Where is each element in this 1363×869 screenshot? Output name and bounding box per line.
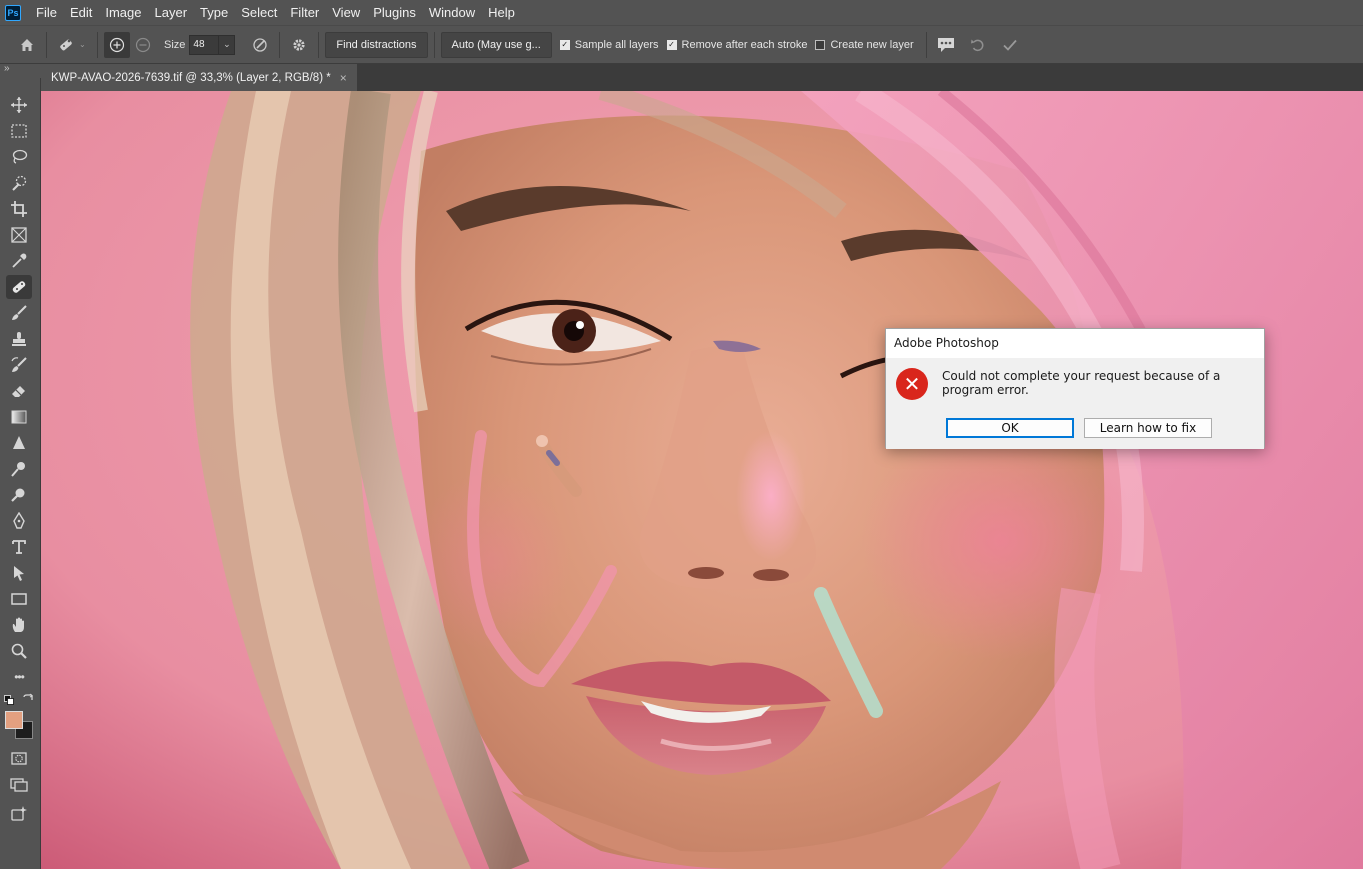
lasso-tool-icon[interactable] bbox=[6, 145, 32, 169]
create-new-layer-label: Create new layer bbox=[830, 38, 914, 51]
menu-window[interactable]: Window bbox=[423, 0, 482, 25]
remove-tool-icon[interactable] bbox=[6, 275, 32, 299]
menu-filter[interactable]: Filter bbox=[284, 0, 326, 25]
gradient-tool-icon[interactable] bbox=[6, 405, 32, 429]
sponge-tool-icon[interactable] bbox=[6, 483, 32, 507]
size-label: Size bbox=[164, 38, 186, 51]
add-to-brush-icon[interactable] bbox=[104, 31, 130, 58]
dialog-title: Adobe Photoshop bbox=[886, 329, 1264, 358]
generative-fill-icon[interactable] bbox=[6, 802, 32, 826]
undo-stroke-icon[interactable] bbox=[965, 32, 991, 58]
mode-dropdown[interactable]: Auto (May use g... bbox=[440, 31, 552, 58]
toolbar-collapse-icon[interactable]: » bbox=[0, 64, 41, 78]
menu-type[interactable]: Type bbox=[194, 0, 235, 25]
separator bbox=[46, 31, 47, 58]
hand-tool-icon[interactable] bbox=[6, 613, 32, 637]
check-icon: ✓ bbox=[666, 39, 677, 50]
pressure-size-icon[interactable] bbox=[247, 32, 273, 58]
menu-edit[interactable]: Edit bbox=[64, 0, 99, 25]
check-icon: ✓ bbox=[559, 39, 570, 50]
frame-tool-icon[interactable] bbox=[6, 223, 32, 247]
menu-plugins[interactable]: Plugins bbox=[367, 0, 423, 25]
swap-colors-icon[interactable] bbox=[22, 693, 34, 705]
clone-stamp-tool-icon[interactable] bbox=[6, 327, 32, 351]
size-chevron-icon[interactable]: ⌄ bbox=[219, 34, 236, 55]
settings-gear-icon[interactable] bbox=[286, 32, 312, 58]
menu-select[interactable]: Select bbox=[235, 0, 284, 25]
crop-tool-icon[interactable] bbox=[6, 197, 32, 221]
blur-tool-icon[interactable] bbox=[6, 431, 32, 455]
move-tool-icon[interactable] bbox=[6, 93, 32, 117]
close-tab-icon[interactable]: × bbox=[340, 71, 347, 85]
find-distractions-button[interactable]: Find distractions bbox=[325, 31, 428, 58]
quick-mask-icon[interactable] bbox=[6, 746, 32, 770]
photoshop-logo[interactable]: Ps bbox=[5, 4, 21, 21]
dialog-message: Could not complete your request because … bbox=[942, 369, 1221, 397]
menu-bar: Ps File Edit Image Layer Type Select Fil… bbox=[0, 0, 1363, 25]
remove-after-stroke-checkbox[interactable]: ✓ Remove after each stroke bbox=[666, 38, 808, 51]
subtract-from-brush-icon[interactable] bbox=[130, 32, 156, 58]
object-selection-tool-icon[interactable] bbox=[6, 171, 32, 195]
separator bbox=[279, 31, 281, 58]
separator bbox=[97, 31, 98, 58]
dialog-body: ✕ Could not complete your request becaus… bbox=[886, 358, 1264, 449]
options-bar: ⌄ Size 48 ⌄ Find distractions Auto (May … bbox=[0, 25, 1363, 64]
size-input[interactable]: 48 bbox=[189, 34, 220, 55]
screen-mode-icon[interactable] bbox=[6, 772, 32, 796]
sample-all-layers-checkbox[interactable]: ✓ Sample all layers bbox=[559, 38, 659, 51]
home-icon[interactable] bbox=[14, 32, 40, 58]
separator bbox=[925, 31, 927, 58]
brush-tool-icon[interactable] bbox=[6, 301, 32, 325]
rectangle-tool-icon[interactable] bbox=[6, 587, 32, 611]
portrait-photo bbox=[41, 91, 1363, 869]
foreground-color-swatch[interactable] bbox=[5, 711, 23, 729]
document-tab-strip: KWP-AVAO-2026-7639.tif @ 33,3% (Layer 2,… bbox=[41, 64, 1363, 91]
document-tab[interactable]: KWP-AVAO-2026-7639.tif @ 33,3% (Layer 2,… bbox=[41, 64, 357, 91]
menu-help[interactable]: Help bbox=[482, 0, 522, 25]
eraser-tool-icon[interactable] bbox=[6, 379, 32, 403]
type-tool-icon[interactable] bbox=[6, 535, 32, 559]
separator bbox=[318, 31, 320, 58]
default-colors-icon[interactable] bbox=[4, 694, 14, 705]
menu-file[interactable]: File bbox=[30, 0, 64, 25]
error-dialog: Adobe Photoshop ✕ Could not complete you… bbox=[885, 328, 1265, 449]
marquee-tool-icon[interactable] bbox=[6, 119, 32, 143]
dodge-tool-icon[interactable] bbox=[6, 457, 32, 481]
learn-how-to-fix-button[interactable]: Learn how to fix bbox=[1084, 418, 1212, 438]
tools-panel: ••• bbox=[0, 78, 41, 869]
more-tools-icon[interactable]: ••• bbox=[6, 665, 32, 689]
commit-check-icon[interactable] bbox=[997, 32, 1023, 58]
eyedropper-tool-icon[interactable] bbox=[6, 249, 32, 273]
checkbox-box bbox=[815, 39, 826, 50]
menu-view[interactable]: View bbox=[326, 0, 367, 25]
error-icon: ✕ bbox=[896, 368, 928, 400]
menu-image[interactable]: Image bbox=[99, 0, 148, 25]
path-selection-tool-icon[interactable] bbox=[6, 561, 32, 585]
create-new-layer-checkbox[interactable]: Create new layer bbox=[815, 38, 914, 51]
zoom-tool-icon[interactable] bbox=[6, 639, 32, 663]
menu-layer[interactable]: Layer bbox=[149, 0, 195, 25]
feedback-icon[interactable] bbox=[933, 32, 959, 58]
sample-all-layers-label: Sample all layers bbox=[574, 38, 659, 51]
preset-chevron-icon[interactable]: ⌄ bbox=[79, 40, 91, 49]
ok-button[interactable]: OK bbox=[946, 418, 1074, 438]
remove-after-stroke-label: Remove after each stroke bbox=[681, 38, 808, 51]
pen-tool-icon[interactable] bbox=[6, 509, 32, 533]
history-brush-tool-icon[interactable] bbox=[6, 353, 32, 377]
separator bbox=[433, 31, 435, 58]
document-canvas[interactable] bbox=[41, 91, 1363, 869]
document-tab-title: KWP-AVAO-2026-7639.tif @ 33,3% (Layer 2,… bbox=[51, 71, 331, 84]
remove-tool-preset-icon[interactable] bbox=[53, 32, 79, 58]
